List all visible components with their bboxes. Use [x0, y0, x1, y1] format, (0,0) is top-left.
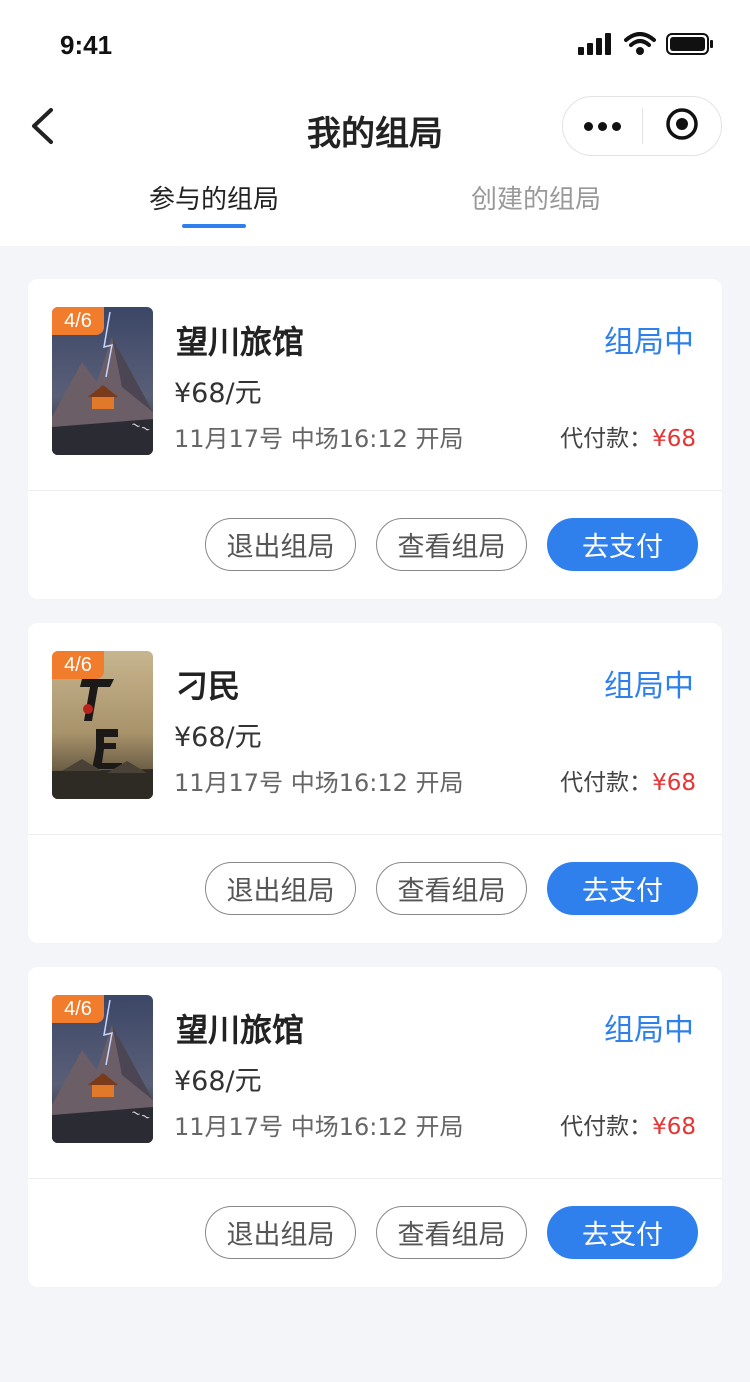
poster-image: ~~ 4/6	[52, 307, 153, 455]
price-text: ¥68/元	[174, 722, 262, 753]
header: 9:41 我的组局 参与的组局 创建的组局	[0, 0, 750, 246]
status-bar: 9:41	[0, 0, 750, 90]
close-mini-program-button[interactable]	[643, 97, 721, 155]
group-card: ~~ 4/6 望川旅馆 组局中 ¥68/元 11月17号 中场16:12 开局 …	[28, 967, 722, 1287]
status-time: 9:41	[60, 30, 113, 60]
pending-payment-amount: ¥68	[652, 426, 696, 452]
tab-active-indicator	[182, 224, 246, 228]
target-circle-icon	[665, 107, 699, 145]
pending-payment-amount: ¥68	[652, 1114, 696, 1140]
pending-payment: 代付款：¥68	[560, 419, 696, 453]
player-count-badge: 4/6	[52, 307, 104, 335]
nav-bar: 我的组局	[0, 90, 750, 180]
battery-icon	[666, 32, 714, 60]
more-dot-icon	[584, 121, 593, 131]
quit-group-button[interactable]: 退出组局	[205, 518, 356, 571]
status-label: 组局中	[604, 325, 694, 360]
card-body[interactable]: ~~ 4/6 望川旅馆 组局中 ¥68/元 11月17号 中场16:12 开局 …	[28, 279, 722, 491]
status-label: 组局中	[604, 669, 694, 704]
game-title: 望川旅馆	[176, 323, 305, 361]
pending-payment-label: 代付款：	[560, 426, 653, 452]
card-actions: 退出组局 查看组局 去支付	[205, 862, 698, 915]
pending-payment: 代付款：¥68	[560, 1107, 696, 1141]
card-actions: 退出组局 查看组局 去支付	[205, 1206, 698, 1259]
pay-button[interactable]: 去支付	[547, 862, 698, 915]
view-group-button[interactable]: 查看组局	[376, 518, 527, 571]
pending-payment-label: 代付款：	[560, 770, 653, 796]
more-dot-icon	[612, 121, 621, 131]
schedule-text: 11月17号 中场16:12 开局	[174, 1113, 464, 1141]
more-dot-icon	[598, 121, 607, 131]
schedule-text: 11月17号 中场16:12 开局	[174, 425, 464, 453]
pay-button[interactable]: 去支付	[547, 518, 698, 571]
signal-icon	[578, 33, 614, 59]
price-text: ¥68/元	[174, 1066, 262, 1097]
quit-group-button[interactable]: 退出组局	[205, 862, 356, 915]
card-body[interactable]: 4/6 刁民 组局中 ¥68/元 11月17号 中场16:12 开局 代付款：¥…	[28, 623, 722, 835]
mini-program-capsule	[562, 96, 722, 156]
status-icons	[578, 32, 714, 60]
game-title: 望川旅馆	[176, 1011, 305, 1049]
player-count-badge: 4/6	[52, 995, 104, 1023]
pending-payment: 代付款：¥68	[560, 763, 696, 797]
schedule-text: 11月17号 中场16:12 开局	[174, 769, 464, 797]
view-group-button[interactable]: 查看组局	[376, 1206, 527, 1259]
player-count-badge: 4/6	[52, 651, 104, 679]
poster-image: 4/6	[52, 651, 153, 799]
group-card: 4/6 刁民 组局中 ¥68/元 11月17号 中场16:12 开局 代付款：¥…	[28, 623, 722, 943]
card-body[interactable]: ~~ 4/6 望川旅馆 组局中 ¥68/元 11月17号 中场16:12 开局 …	[28, 967, 722, 1179]
pay-button[interactable]: 去支付	[547, 1206, 698, 1259]
status-label: 组局中	[604, 1013, 694, 1048]
group-card: ~~ 4/6 望川旅馆 组局中 ¥68/元 11月17号 中场16:12 开局 …	[28, 279, 722, 599]
poster-image: ~~ 4/6	[52, 995, 153, 1143]
pending-payment-amount: ¥68	[652, 770, 696, 796]
pending-payment-label: 代付款：	[560, 1114, 653, 1140]
tab-bar: 参与的组局 创建的组局	[0, 180, 750, 246]
group-list: ~~ 4/6 望川旅馆 组局中 ¥68/元 11月17号 中场16:12 开局 …	[28, 279, 722, 1311]
wifi-icon	[624, 32, 656, 60]
game-title: 刁民	[176, 667, 241, 705]
card-actions: 退出组局 查看组局 去支付	[205, 518, 698, 571]
more-button[interactable]	[563, 97, 642, 155]
quit-group-button[interactable]: 退出组局	[205, 1206, 356, 1259]
view-group-button[interactable]: 查看组局	[376, 862, 527, 915]
price-text: ¥68/元	[174, 378, 262, 409]
tab-created[interactable]: 创建的组局	[406, 180, 666, 236]
